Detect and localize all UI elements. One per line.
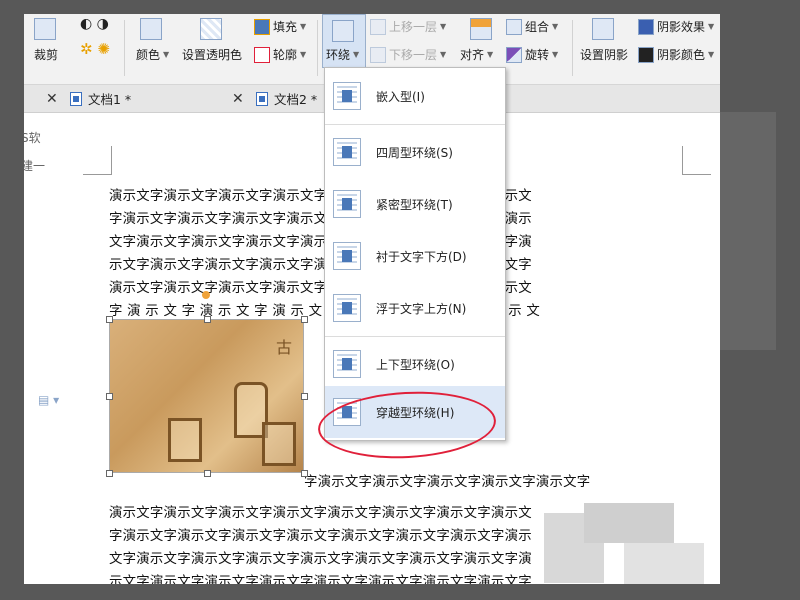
align-button[interactable]: 对齐 ▼ [460,46,493,63]
bring-forward-icon [370,18,386,35]
text-line: 文字演示文字演示文字演示文字演示文字演示文字演示文字演示文字演 [109,552,532,567]
menu-item-label: 衬于文字下方(D) [376,249,467,264]
text-line: 字演示文字演示文字演示文字演示文字演示文字演示文字演示文字演示 [109,529,532,544]
shadow-settings-button[interactable]: 设置阴影 [580,46,628,63]
square-wrap-icon [333,138,361,166]
margin-mark [83,146,112,175]
brightness-icons[interactable]: ✲ ✺ [80,40,110,58]
picture-frame-shape [168,418,202,462]
align-icon[interactable] [470,18,492,40]
menu-item-square[interactable]: 四周型环绕(S) [325,126,505,178]
tab-label: 文档2 * [274,92,318,107]
behind-text-icon [333,242,361,270]
inline-wrap-icon [333,82,361,110]
resize-handle[interactable] [204,316,211,323]
document-icon [256,91,268,106]
set-transparent-label: 设置透明色 [182,48,243,62]
picture-frame-shape [262,422,296,466]
rotate-button[interactable]: 旋转 ▼ [506,46,558,63]
send-backward-icon [370,46,386,63]
wps-writer-window: 裁剪 ◐ ◑ ✲ ✺ 颜色 ▼ 设置透明色 填充 ▼ 轮廓 ▼ 环绕 ▼ 上移一层 ▼ 下… [24,14,720,584]
color-button[interactable]: 颜色 ▼ [136,46,169,63]
shadow-color-label: 阴影颜色 [657,48,706,62]
crop-button[interactable]: 裁剪 [34,46,58,63]
shadow-color-icon [638,46,654,63]
picture-glyph: 古 [276,338,293,357]
contrast-icons[interactable]: ◐ ◑ [80,16,109,32]
menu-item-label: 浮于文字上方(N) [376,301,467,316]
resize-handle[interactable] [106,470,113,477]
rotate-icon [506,46,522,63]
resize-handle[interactable] [301,470,308,477]
group-label: 组合 [525,20,550,34]
wrap-label: 环绕 [326,48,351,62]
resize-handle[interactable] [301,393,308,400]
text-line: 示文字演示文字演示文字演示文字演示文字演示文字演示文字演示文字 [109,575,532,584]
shadow-settings-icon[interactable] [592,18,614,40]
outline-label: 轮廓 [273,48,298,62]
set-transparent-icon[interactable] [200,18,222,40]
resize-handle[interactable] [204,470,211,477]
menu-item-behind-text[interactable]: 衬于文字下方(D) [325,230,505,282]
menu-item-label: 紧密型环绕(T) [376,197,453,212]
set-transparent-button[interactable]: 设置透明色 [182,46,242,63]
menu-item-label: 四周型环绕(S) [376,145,453,160]
fill-icon [254,18,270,35]
sidebar-text: S软 [24,131,41,145]
menu-item-label: 上下型环绕(O) [376,357,455,372]
wrap-dropdown-menu: 嵌入型(I) 四周型环绕(S) 紧密型环绕(T) 衬于文字下方(D) 浮于文字上… [324,67,506,441]
resize-handle[interactable] [106,316,113,323]
group-button[interactable]: 组合 ▼ [506,18,558,35]
resize-handle[interactable] [301,316,308,323]
bring-forward-button[interactable]: 上移一层 ▼ [370,18,446,35]
close-tab-icon[interactable]: ✕ [232,85,244,112]
shadow-effect-icon [638,18,654,35]
crop-label: 裁剪 [34,48,59,62]
background-window-edge [720,112,776,350]
sidebar-text: 建一 [24,159,46,173]
text-line: 演示文字演示文字演示文字演示文字演示文字演示文字演示文字演示文 [109,506,532,521]
tab-document1[interactable]: 文档1 * [70,85,131,112]
blur-mosaic [624,543,704,584]
wrap-icon [332,20,354,42]
menu-item-label: 嵌入型(I) [376,89,425,104]
tab-label: 文档1 * [88,92,132,107]
menu-item-in-front-of-text[interactable]: 浮于文字上方(N) [325,282,505,334]
align-label: 对齐 [460,48,485,62]
rotation-handle[interactable] [202,291,210,299]
crop-icon[interactable] [34,18,56,40]
group-icon [506,18,522,35]
top-bottom-wrap-icon [333,350,361,378]
shadow-effect-label: 阴影效果 [657,20,706,34]
shadow-settings-label: 设置阴影 [580,48,629,62]
menu-item-tight[interactable]: 紧密型环绕(T) [325,178,505,230]
outline-button[interactable]: 轮廓 ▼ [254,46,306,63]
send-backward-button[interactable]: 下移一层 ▼ [370,46,446,63]
color-label: 颜色 [136,48,161,62]
rotate-label: 旋转 [525,48,550,62]
inserted-picture[interactable]: 古 [109,319,304,473]
fill-label: 填充 [273,20,298,34]
send-backward-label: 下移一层 [389,48,438,62]
resize-handle[interactable] [106,393,113,400]
document-icon [70,91,82,106]
shadow-color-button[interactable]: 阴影颜色 ▼ [638,46,714,63]
bring-forward-label: 上移一层 [389,20,438,34]
page-icon[interactable]: ▤ ▾ [38,393,59,407]
menu-item-inline[interactable]: 嵌入型(I) [325,70,505,122]
fill-button[interactable]: 填充 ▼ [254,18,306,35]
blur-mosaic [584,503,674,543]
text-line: 字演示文字演示文字演示文字演示文字演示文字 [304,475,591,490]
color-icon[interactable] [140,18,162,40]
outline-icon [254,46,270,63]
margin-mark [682,146,711,175]
close-tab-icon[interactable]: ✕ [46,85,58,112]
tab-document2[interactable]: 文档2 * [256,85,317,112]
tight-wrap-icon [333,190,361,218]
in-front-of-text-icon [333,294,361,322]
wrap-label-row: 环绕 ▼ [326,48,360,62]
menu-item-top-and-bottom[interactable]: 上下型环绕(O) [325,338,505,390]
shadow-effect-button[interactable]: 阴影效果 ▼ [638,18,714,35]
